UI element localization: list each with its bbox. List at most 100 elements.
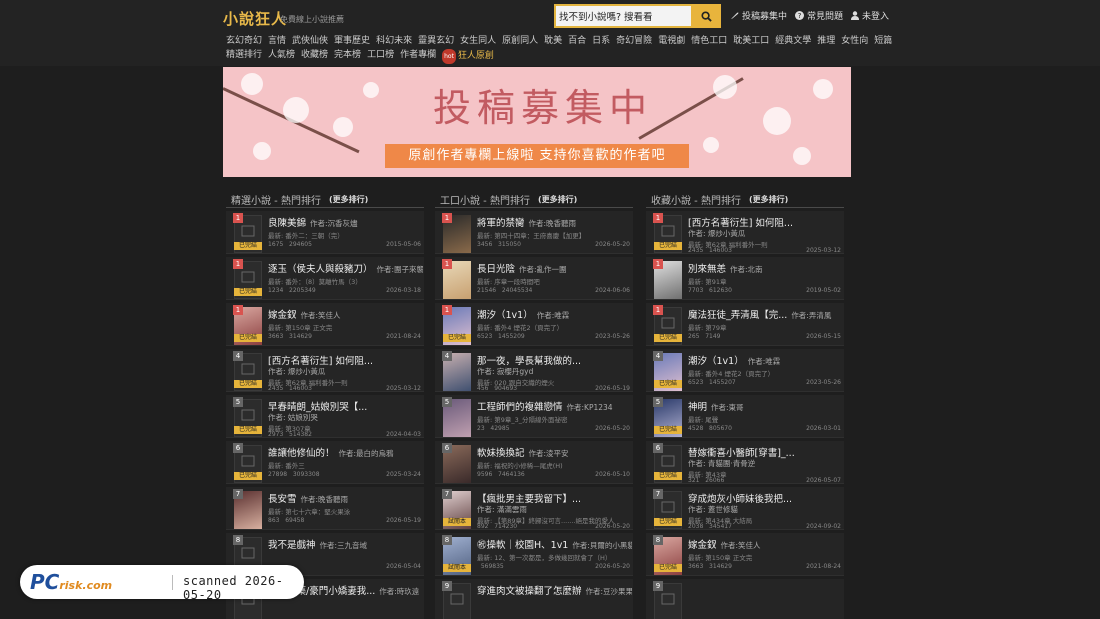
latest-chapter: 最新: 12、第一次都是，多做幾回就會了（H） xyxy=(477,554,612,562)
novel-card[interactable]: 8 已完結 嫁金釵 作者:笑佳人 最新: 第150章 正文完 3663 314629 202… xyxy=(646,533,844,576)
novel-card[interactable]: 7 試閱本 【瘋批男主要我留下】... 作者: 滿滿雲雨 最新: 【第89章】終歸沒可言… xyxy=(435,487,633,530)
novel-card[interactable]: 6 已完結 替嫁衝喜小醫師[穿書]_... 作者: 青貓團·青骨逆 最新: 第43章 32… xyxy=(646,441,844,484)
faq-link[interactable]: ? 常見問題 xyxy=(795,9,843,22)
novel-card[interactable]: 4 已完結 潮汐（1v1） 作者:唯霖 最新: 番外4 煙花2（頁完了） 6523 145… xyxy=(646,349,844,392)
novel-title[interactable]: 軟妹換換記 作者:淩平安 xyxy=(477,445,632,459)
author-name: 東哥 xyxy=(728,403,744,412)
novel-title[interactable]: 替嫁衝喜小醫師[穿書]_... xyxy=(688,445,843,459)
column-title[interactable]: 收藏小說 - 熱門排行 xyxy=(651,192,741,207)
novel-card[interactable]: 5 工程師們的複雜戀情 作者:KP1234 最新: 第9章_3_分隔線外面祕密 23 4… xyxy=(435,395,633,438)
novel-card[interactable]: 1 別來無恙 作者:北南 最新: 第91章 7703 612630 2019-05-02 xyxy=(646,257,844,300)
category-link[interactable]: 耽美工口 xyxy=(733,35,769,49)
rank-badge: 7 xyxy=(653,489,663,499)
novel-title[interactable]: 長日光陰 作者:亂作一團 xyxy=(477,261,632,275)
login-link[interactable]: 未登入 xyxy=(851,9,889,22)
novel-card[interactable]: 1 已完結 嫁金釵 作者:笑佳人 最新: 第150章 正文完 3663 314629 202… xyxy=(226,303,424,346)
category-link[interactable]: 百合 xyxy=(568,35,586,49)
column-title[interactable]: 工口小說 - 熱門排行 xyxy=(440,192,530,207)
novel-card[interactable]: 1 已完結 潮汐（1v1） 作者:唯霖 最新: 番外4 煙花2（頁完了） 6523 145… xyxy=(435,303,633,346)
novel-title-text: 良陳美錦 xyxy=(268,218,307,229)
view-count: 569835 xyxy=(480,563,504,570)
search-button[interactable] xyxy=(691,4,721,28)
novel-card[interactable]: 9 穿進肉文被操翻了怎麼辦 作者:豆沙果果 xyxy=(435,579,633,619)
novel-title[interactable]: 嫁金釵 作者:笑佳人 xyxy=(268,307,423,321)
category-link[interactable]: 言情 xyxy=(268,35,286,49)
novel-title[interactable]: ㊗操軟｜校園H、1v1 作者:貝爾的小黑貓 xyxy=(477,537,632,551)
category-link[interactable]: 武俠仙俠 xyxy=(292,35,328,49)
novel-card[interactable]: 1 已完結 逐玉（侯夫人與殺豬刀） 作者:團子來襲 最新: 番外：（8）莫離竹馬（3） 1… xyxy=(226,257,424,300)
novel-card[interactable]: 1 已完結 [西方名著衍生] 如何阻... 作者: 爆炒小黃瓜 最新: 第62章 福利番… xyxy=(646,211,844,254)
novel-card[interactable]: 7 長安雪 作者:晚香聽雨 最新: 第七十六章：堅火果泳 863 69458 2026-0… xyxy=(226,487,424,530)
category-link[interactable]: 日系 xyxy=(592,35,610,49)
ranking-link[interactable]: 精選排行 xyxy=(226,49,262,65)
category-link[interactable]: 原創同人 xyxy=(502,35,538,49)
novel-card[interactable]: 4 已完結 [西方名著衍生] 如何阻... 作者: 爆炒小黃瓜 最新: 第62章 福利番… xyxy=(226,349,424,392)
category-link[interactable]: 經典文學 xyxy=(775,35,811,49)
novel-title[interactable]: [西方名著衍生] 如何阻... xyxy=(688,215,843,229)
novel-title[interactable]: 潮汐（1v1） 作者:唯霖 xyxy=(688,353,843,367)
novel-title[interactable]: 早春晴朗_姑娘別哭【... xyxy=(268,399,423,413)
novel-title[interactable]: 嫁金釵 作者:笑佳人 xyxy=(688,537,843,551)
site-logo[interactable]: 小說狂人 xyxy=(223,8,287,29)
blossom-decoration xyxy=(713,75,737,99)
novel-title[interactable]: 別來無恙 作者:北南 xyxy=(688,261,843,275)
ranking-link[interactable]: 作者專欄 xyxy=(400,49,436,65)
submit-link[interactable]: 投稿募集中 xyxy=(730,9,787,22)
novel-title[interactable]: 工程師們的複雜戀情 作者:KP1234 xyxy=(477,399,632,413)
novel-card[interactable]: 7 已完結 穿成炮灰小師妹後我把... 作者: 蓋世修貓 最新: 第434章 大結局 20… xyxy=(646,487,844,530)
category-link[interactable]: 電視劇 xyxy=(658,35,685,49)
novel-card[interactable]: 1 長日光陰 作者:亂作一團 最新: 序章一段時間吧 21546 24045534 202… xyxy=(435,257,633,300)
more-rankings-link[interactable]: (更多排行) xyxy=(538,194,577,205)
novel-title[interactable]: 神明 作者:東哥 xyxy=(688,399,843,413)
category-link[interactable]: 科幻未來 xyxy=(376,35,412,49)
novel-card[interactable]: 8 試閱本 ㊗操軟｜校園H、1v1 作者:貝爾的小黑貓 最新: 12、第一次都是，多做幾… xyxy=(435,533,633,576)
novel-title[interactable]: 魔法狂徒_弄清風【完... 作者:弄清風 xyxy=(688,307,843,321)
ranking-link[interactable]: 收藏榜 xyxy=(301,49,328,65)
novel-title[interactable]: 誰讓他修仙的！ 作者:最白的烏鴉 xyxy=(268,445,423,459)
category-link[interactable]: 玄幻奇幻 xyxy=(226,35,262,49)
category-link[interactable]: 軍事歷史 xyxy=(334,35,370,49)
category-link[interactable]: 女生同人 xyxy=(460,35,496,49)
novel-title[interactable]: 穿成炮灰小師妹後我把... xyxy=(688,491,843,505)
novel-title[interactable]: 良陳美錦 作者:沉香灰燼 xyxy=(268,215,423,229)
novel-card[interactable]: 4 那一夜，學長幫我做的... 作者: 寂櫻丹gyd 最新: 020 跟自交織的煙火 4… xyxy=(435,349,633,392)
category-link[interactable]: 奇幻冒險 xyxy=(616,35,652,49)
novel-title[interactable]: 潮汐（1v1） 作者:唯霖 xyxy=(477,307,632,321)
stat-counts: 2435 146003 xyxy=(268,385,312,392)
novel-title[interactable]: 逐玉（侯夫人與殺豬刀） 作者:團子來襲 xyxy=(268,261,423,275)
novel-card[interactable]: 6 軟妹換換記 作者:淩平安 最新: 福祝的小修稀—尾虎(H) 9596 7464136… xyxy=(435,441,633,484)
novel-title[interactable]: 我不是戲神 作者:三九音域 xyxy=(268,537,423,551)
submission-banner[interactable]: 投稿募集中 原創作者專欄上線啦 支持你喜歡的作者吧 xyxy=(223,67,851,177)
novel-title[interactable]: 【瘋批男主要我留下】... xyxy=(477,491,632,505)
novel-card[interactable]: 5 已完結 早春晴朗_姑娘別哭【... 作者: 姑娘別哭 最新: 第307章 2973 5… xyxy=(226,395,424,438)
novel-title[interactable]: 長安雪 作者:晚香聽雨 xyxy=(268,491,423,505)
category-link[interactable]: 短篇 xyxy=(874,35,892,49)
category-link[interactable]: 推理 xyxy=(817,35,835,49)
ranking-link[interactable]: 完本榜 xyxy=(334,49,361,65)
more-rankings-link[interactable]: (更多排行) xyxy=(749,194,788,205)
category-link[interactable]: 耽美 xyxy=(544,35,562,49)
more-rankings-link[interactable]: (更多排行) xyxy=(329,194,368,205)
category-link[interactable]: 女性向 xyxy=(841,35,868,49)
ranking-link[interactable]: 工口榜 xyxy=(367,49,394,65)
view-count: 514382 xyxy=(289,431,312,438)
novel-title[interactable]: 那一夜，學長幫我做的... xyxy=(477,353,632,367)
novel-card[interactable]: 6 已完結 誰讓他修仙的！ 作者:最白的烏鴉 最新: 番外三 27898 3093308 2… xyxy=(226,441,424,484)
novel-card[interactable]: 1 將軍的禁臠 作者:晚香聽雨 最新: 第四十四章：王府喜慶【加更】 3456 3150… xyxy=(435,211,633,254)
latest-chapter: 最新: 第150章 正文完 xyxy=(268,324,333,332)
novel-title[interactable]: [西方名著衍生] 如何阻... xyxy=(268,353,423,367)
column-title[interactable]: 精選小說 - 熱門排行 xyxy=(231,192,321,207)
novel-title[interactable]: 將軍的禁臠 作者:晚香聽雨 xyxy=(477,215,632,229)
search-input[interactable] xyxy=(554,4,692,28)
novel-card[interactable]: 9 xyxy=(646,579,844,619)
ranking-link[interactable]: 人氣榜 xyxy=(268,49,295,65)
novel-card[interactable]: 5 已完結 神明 作者:東哥 最新: 尾聲 4528 805670 2026-03-01 xyxy=(646,395,844,438)
category-link[interactable]: 靈異玄幻 xyxy=(418,35,454,49)
novel-card[interactable]: 1 已完結 魔法狂徒_弄清風【完... 作者:弄清風 最新: 第79章 265 7149 2… xyxy=(646,303,844,346)
original-works-link[interactable]: hot 狂人原創 xyxy=(442,48,494,64)
novel-stats: 321 26066 2026-05-07 xyxy=(688,477,841,484)
novel-card[interactable]: 1 已完結 良陳美錦 作者:沉香灰燼 最新: 番外二：三朝（完） 1675 294605 2… xyxy=(226,211,424,254)
author-label: 作者: xyxy=(300,311,319,320)
novel-title[interactable]: 穿進肉文被操翻了怎麼辦 作者:豆沙果果 xyxy=(477,583,632,597)
category-link[interactable]: 情色工口 xyxy=(691,35,727,49)
